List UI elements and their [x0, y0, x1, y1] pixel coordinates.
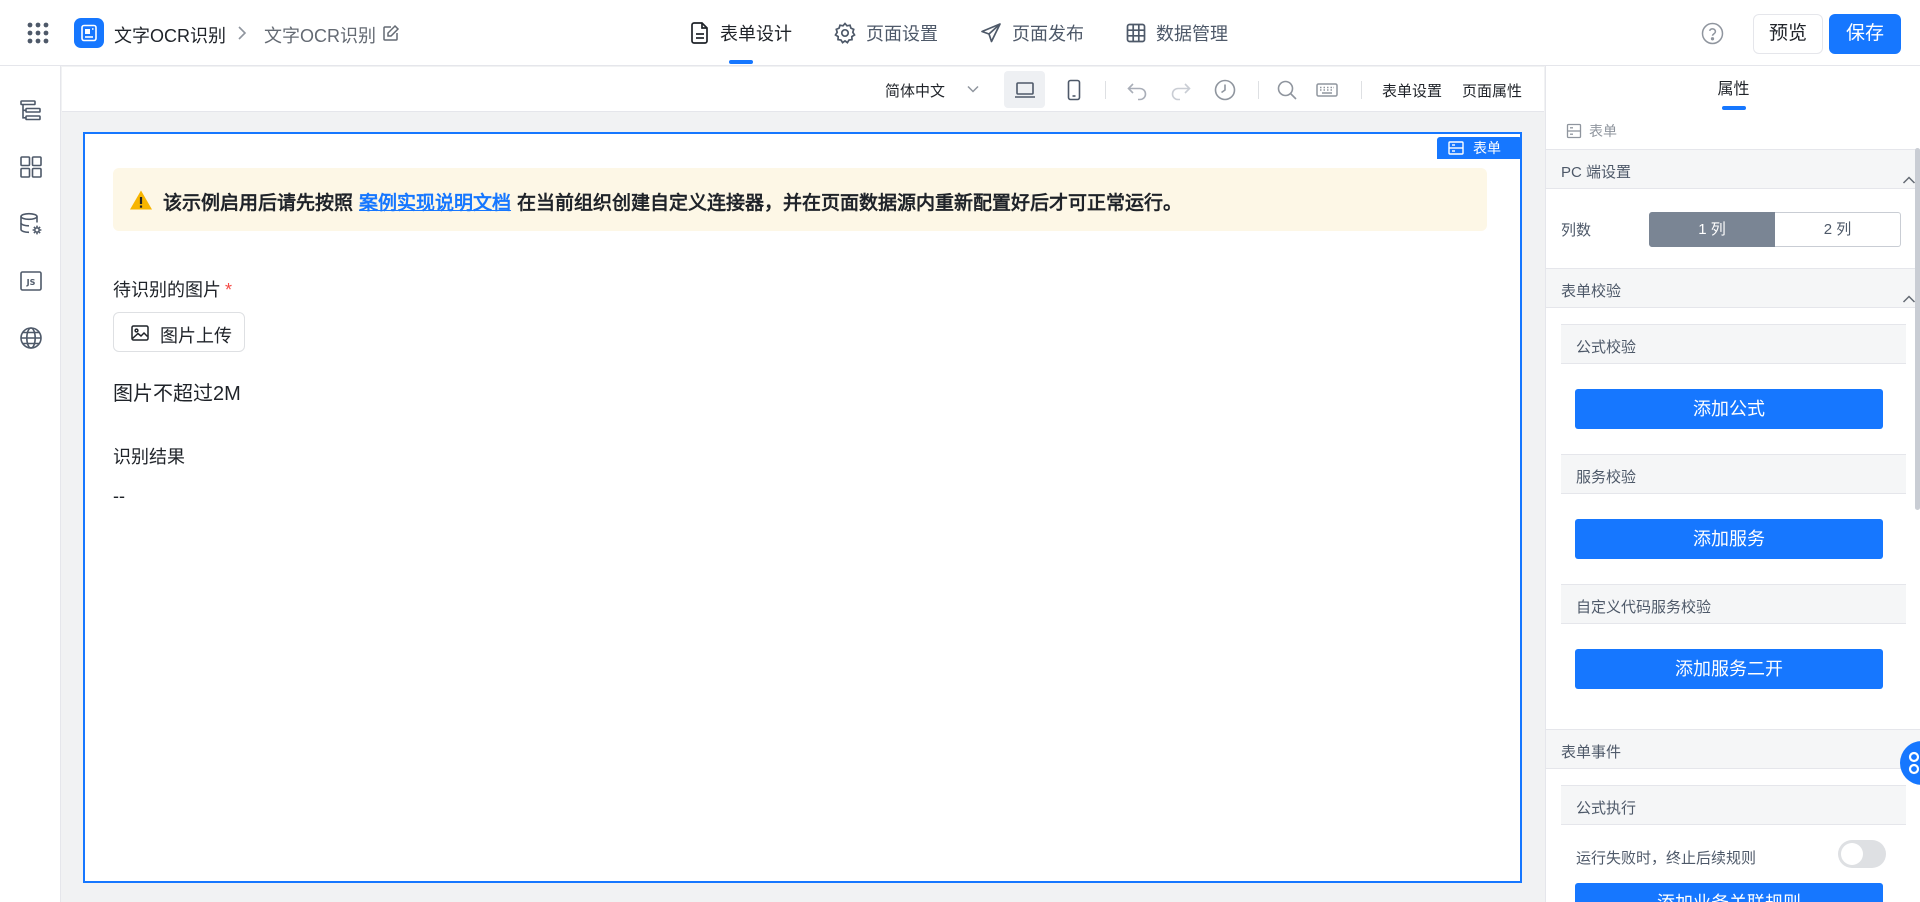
keyboard-icon[interactable] [1315, 78, 1339, 102]
subsection-title: 自定义代码服务校验 [1576, 599, 1712, 616]
form-tag-label: 表单 [1473, 140, 1501, 156]
add-business-rule-button[interactable]: 添加业务关联规则 [1575, 883, 1883, 902]
stop-on-fail-toggle[interactable] [1838, 840, 1886, 868]
columns-label: 列数 [1561, 222, 1592, 239]
subsection-title: 公式执行 [1576, 800, 1637, 817]
form-settings-link[interactable]: 表单设置 [1382, 80, 1442, 101]
subsection-service-validation: 服务校验 [1561, 454, 1906, 494]
subsection-title: 公式校验 [1576, 339, 1637, 356]
add-service-dev-button[interactable]: 添加服务二开 [1575, 649, 1883, 689]
page-properties-link[interactable]: 页面属性 [1462, 80, 1522, 101]
gear-icon [834, 22, 866, 44]
table-grid-icon [1126, 23, 1156, 43]
subsection-formula-execution: 公式执行 [1561, 785, 1906, 825]
history-clock-icon[interactable] [1213, 78, 1237, 102]
notice-text: 该示例启用后请先按照 案例实现说明文档 在当前组织创建自定义连接器，并在页面数据源内… [163, 188, 1182, 215]
edit-pencil-icon[interactable] [382, 24, 400, 42]
globe-icon[interactable] [19, 326, 43, 350]
section-title: 表单校验 [1561, 283, 1622, 300]
top-header: 文字OCR识别 文字OCR识别 表单设计 页面设置 页面发布 数据管理 预览 保… [0, 0, 1920, 66]
doc-link[interactable]: 案例实现说明文档 [359, 193, 511, 214]
panel-scrollbar-thumb[interactable] [1915, 148, 1920, 510]
result-field-label: 识别结果 [113, 447, 185, 467]
apps-grid-icon[interactable] [27, 22, 49, 44]
section-title: 表单事件 [1561, 744, 1622, 761]
columns-option-2[interactable]: 2 列 [1775, 212, 1901, 247]
tab-label: 数据管理 [1156, 24, 1228, 44]
result-field-value: -- [113, 486, 125, 506]
language-select[interactable]: 简体中文 [885, 80, 945, 101]
document-icon [690, 22, 720, 44]
section-pc-settings[interactable]: PC 端设置 [1546, 149, 1920, 189]
add-formula-button[interactable]: 添加公式 [1575, 389, 1883, 429]
warning-notice: 该示例启用后请先按照 案例实现说明文档 在当前组织创建自定义连接器，并在页面数据源内… [113, 168, 1487, 231]
section-form-events[interactable]: 表单事件 [1546, 729, 1920, 769]
help-circle-icon[interactable] [1701, 22, 1724, 45]
form-canvas[interactable] [83, 132, 1522, 883]
datasource-gear-icon[interactable] [19, 212, 43, 236]
upload-size-hint: 图片不超过2M [113, 383, 241, 405]
image-field-label: 待识别的图片 * [113, 276, 232, 302]
stop-on-fail-label: 运行失败时，终止后续规则 [1576, 850, 1757, 867]
toolbar-divider [1105, 81, 1106, 99]
send-icon [980, 22, 1012, 44]
undo-icon[interactable] [1125, 78, 1149, 102]
section-title: PC 端设置 [1561, 164, 1632, 181]
save-button[interactable]: 保存 [1829, 14, 1901, 54]
designer-toolbar: 简体中文 表单设置 页面属性 [62, 67, 1544, 112]
tab-page-publish[interactable]: 页面发布 [980, 0, 1084, 66]
image-upload-button[interactable]: 图片上传 [113, 312, 245, 352]
panel-crumb-label: 表单 [1589, 123, 1617, 139]
left-sidebar: JS [0, 66, 61, 902]
search-icon[interactable] [1275, 78, 1299, 102]
tab-data-management[interactable]: 数据管理 [1126, 0, 1228, 66]
subsection-custom-code-validation: 自定义代码服务校验 [1561, 584, 1906, 624]
tab-page-settings[interactable]: 页面设置 [834, 0, 938, 66]
section-form-validation[interactable]: 表单校验 [1546, 268, 1920, 308]
form-selected-tag[interactable]: 表单 [1437, 137, 1522, 159]
tab-label: 表单设计 [720, 24, 792, 44]
preview-button[interactable]: 预览 [1753, 14, 1823, 54]
properties-panel: 属性 表单 PC 端设置 列数 1 列 2 列 表单校验 公式校验 添加公式 服… [1545, 66, 1920, 902]
chevron-down-icon[interactable] [966, 82, 980, 96]
subsection-title: 服务校验 [1576, 469, 1637, 486]
notice-prefix: 该示例启用后请先按照 [163, 193, 354, 214]
warning-triangle-icon [129, 189, 153, 211]
toolbar-divider [1258, 81, 1259, 99]
app-logo [74, 18, 104, 48]
app-name[interactable]: 文字OCR识别 [114, 22, 226, 48]
columns-option-1[interactable]: 1 列 [1649, 212, 1775, 247]
notice-suffix: 在当前组织创建自定义连接器，并在页面数据源内重新配置好后才可正常运行。 [517, 193, 1183, 214]
chevron-right-icon [236, 25, 248, 41]
tab-label: 页面发布 [1012, 24, 1084, 44]
toolbar-divider [1361, 81, 1362, 99]
js-code-icon[interactable]: JS [19, 269, 43, 293]
redo-icon[interactable] [1169, 78, 1193, 102]
outline-tree-icon[interactable] [19, 98, 43, 122]
desktop-view-icon[interactable] [1013, 78, 1037, 102]
main-tabs: 表单设计 页面设置 页面发布 数据管理 [690, 0, 1270, 66]
add-service-button[interactable]: 添加服务 [1575, 519, 1883, 559]
components-grid-icon[interactable] [19, 155, 43, 179]
tab-properties[interactable]: 属性 [1546, 66, 1920, 114]
subsection-formula-validation: 公式校验 [1561, 324, 1906, 364]
tab-label: 页面设置 [866, 24, 938, 44]
mobile-view-icon[interactable] [1062, 78, 1086, 102]
tab-form-design[interactable]: 表单设计 [690, 0, 792, 66]
required-mark: * [225, 280, 233, 300]
upload-button-label: 图片上传 [160, 326, 232, 346]
page-name: 文字OCR识别 [264, 26, 376, 46]
image-field-label-text: 待识别的图片 [113, 280, 221, 300]
svg-text:JS: JS [26, 278, 36, 287]
